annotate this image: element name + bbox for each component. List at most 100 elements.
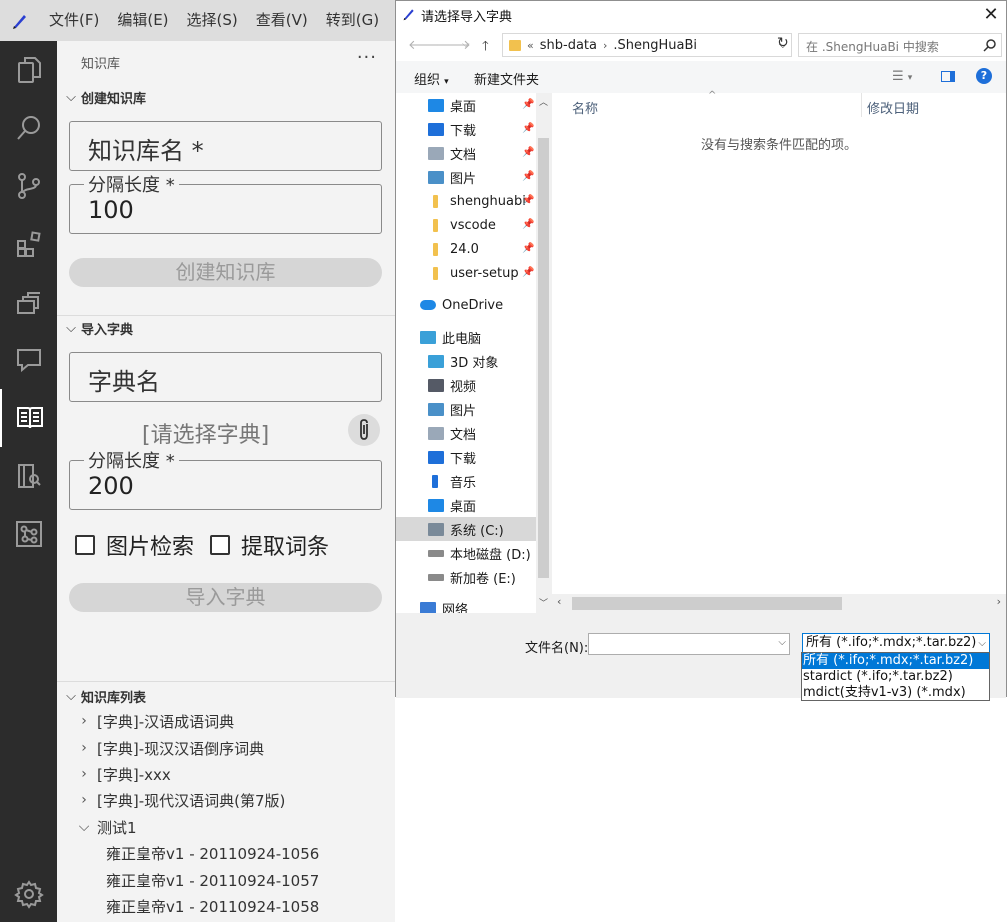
nav-pc-documents[interactable]: 文档 <box>428 421 536 445</box>
nav-item-label: 图片 <box>450 171 477 187</box>
view-options-icon[interactable]: ☰ ▾ <box>892 69 912 84</box>
extract-terms-checkbox[interactable]: 提取词条 <box>210 529 329 561</box>
section-create-kb[interactable]: ⌵ 创建知识库 <box>63 88 146 107</box>
menu-go[interactable]: 转到(G) <box>317 0 388 41</box>
nav-scrollbar[interactable]: ︿ ﹀ <box>536 93 551 613</box>
file-type-option[interactable]: 所有 (*.ifo;*.mdx;*.tar.bz2) <box>802 653 989 669</box>
scrollbar-thumb[interactable] <box>572 597 842 610</box>
help-icon[interactable]: ? <box>976 68 992 84</box>
kb-chunk-length-field[interactable]: 分隔长度 * 100 <box>69 177 382 234</box>
file-type-option[interactable]: mdict(支持v1-v3) (*.mdx) <box>802 685 989 701</box>
comments-icon[interactable] <box>0 331 57 389</box>
import-dict-button[interactable]: 导入字典 <box>69 583 382 612</box>
nav-pc-videos[interactable]: 视频 <box>428 373 536 397</box>
kb-child-item[interactable]: 雍正皇帝v1 - 20110924-1057 <box>106 868 319 892</box>
horizontal-scrollbar[interactable]: ‹ › <box>552 594 1006 613</box>
folder-icon <box>433 194 438 208</box>
kb-child-item[interactable]: 雍正皇帝v1 - 20110924-1056 <box>106 841 319 865</box>
close-icon[interactable]: ✕ <box>976 1 1006 29</box>
menu-file[interactable]: 文件(F) <box>40 0 108 41</box>
explorer-icon[interactable] <box>0 41 57 99</box>
filename-input[interactable]: ⌵ <box>588 633 790 655</box>
scroll-down-icon[interactable]: ﹀ <box>539 596 548 609</box>
dict-chunk-length-field[interactable]: 分隔长度 * 200 <box>69 453 382 510</box>
column-divider[interactable] <box>861 93 862 117</box>
scroll-left-icon[interactable]: ‹ <box>557 595 561 608</box>
nav-this-pc[interactable]: 此电脑 <box>420 325 536 349</box>
nav-quick-folder[interactable]: vscode <box>428 213 536 237</box>
file-type-select[interactable]: 所有 (*.ifo;*.mdx;*.tar.bz2) ⌵ <box>802 633 990 653</box>
new-folder-button[interactable]: 新建文件夹 <box>474 69 539 88</box>
nav-quick-documents[interactable]: 文档 <box>428 141 536 165</box>
address-bar[interactable]: « shb-data › .ShengHuaBi ⌵ <box>502 33 792 57</box>
nav-pc-pictures[interactable]: 图片 <box>428 397 536 421</box>
checkbox-box[interactable] <box>210 535 230 555</box>
more-actions-icon[interactable]: ··· <box>357 47 377 68</box>
dict-chunk-length-value: 200 <box>88 472 134 500</box>
chevron-down-icon[interactable]: ⌵ <box>778 637 786 648</box>
file-type-option[interactable]: stardict (*.ifo;*.tar.bz2) <box>802 669 989 685</box>
kb-name-field[interactable]: 知识库名 * <box>69 121 382 171</box>
remote-icon[interactable] <box>0 273 57 331</box>
dict-name-field[interactable]: 字典名 <box>69 352 382 402</box>
up-arrow-icon[interactable]: 🡑 <box>482 37 489 59</box>
recent-chevron-icon[interactable]: ⌵ <box>462 39 470 50</box>
attach-file-button[interactable] <box>348 414 380 446</box>
kb-chunk-length-value: 100 <box>88 196 134 224</box>
kb-list-item[interactable]: › [字典]-现代汉语词典(第7版) <box>75 788 285 812</box>
graph-icon[interactable] <box>0 505 57 563</box>
select-dict-link[interactable]: [请选择字典] <box>142 417 269 449</box>
section-import-dict[interactable]: ⌵ 导入字典 <box>63 319 133 338</box>
organize-button[interactable]: 组织 ▾ <box>414 69 449 88</box>
breadcrumb-segment[interactable]: .ShengHuaBi <box>613 38 697 53</box>
nav-quick-folder[interactable]: user-setup <box>428 261 536 285</box>
desktop-icon <box>428 98 444 112</box>
checkbox-box[interactable] <box>75 535 95 555</box>
kb-list-item[interactable]: › [字典]-汉语成语词典 <box>75 709 234 733</box>
section-kb-list-title: 知识库列表 <box>81 691 147 706</box>
menu-edit[interactable]: 编辑(E) <box>108 0 177 41</box>
image-search-checkbox[interactable]: 图片检索 <box>75 529 194 561</box>
nav-pc-3d-objects[interactable]: 3D 对象 <box>428 349 536 373</box>
column-header-name[interactable]: 名称 <box>572 98 598 117</box>
extensions-icon[interactable] <box>0 215 57 273</box>
scrollbar-thumb[interactable] <box>538 138 549 578</box>
nav-quick-folder[interactable]: 24.0 <box>428 237 536 261</box>
music-icon <box>432 474 438 488</box>
column-header-modified[interactable]: 修改日期 <box>867 98 919 117</box>
scroll-up-icon[interactable]: ︿ <box>539 95 548 108</box>
nav-quick-folder[interactable]: shenghuabi <box>428 189 536 213</box>
settings-gear-icon[interactable] <box>0 865 57 923</box>
scroll-right-icon[interactable]: › <box>997 595 1001 608</box>
nav-pc-music[interactable]: 音乐 <box>428 469 536 493</box>
chevron-down-icon: ⌵ <box>66 90 76 105</box>
nav-onedrive[interactable]: OneDrive <box>420 293 536 317</box>
kb-list-item[interactable]: › [字典]-xxx <box>75 762 171 786</box>
knowledge-book-icon[interactable] <box>0 389 57 447</box>
nav-pc-drive-d[interactable]: 本地磁盘 (D:) <box>428 541 536 565</box>
kb-list-item[interactable]: › [字典]-现汉汉语倒序词典 <box>75 736 264 760</box>
menu-selection[interactable]: 选择(S) <box>178 0 247 41</box>
refresh-icon[interactable]: ↻ <box>777 35 789 51</box>
nav-item-label: 文档 <box>450 147 477 163</box>
book-search-icon[interactable] <box>0 447 57 505</box>
menu-view[interactable]: 查看(V) <box>247 0 317 41</box>
create-kb-button[interactable]: 创建知识库 <box>69 258 382 287</box>
nav-quick-desktop[interactable]: 桌面 <box>428 93 536 117</box>
section-kb-list[interactable]: ⌵ 知识库列表 <box>63 687 146 706</box>
nav-quick-pictures[interactable]: 图片 <box>428 165 536 189</box>
breadcrumb-segment[interactable]: shb-data <box>540 38 597 53</box>
nav-pc-drive-e[interactable]: 新加卷 (E:) <box>428 565 536 589</box>
kb-list-item-expanded[interactable]: ⌵ 测试1 <box>75 815 137 839</box>
nav-pc-drive-c[interactable]: 系统 (C:) <box>396 517 536 541</box>
nav-quick-downloads[interactable]: 下载 <box>428 117 536 141</box>
preview-pane-icon[interactable] <box>941 71 955 82</box>
nav-pc-desktop[interactable]: 桌面 <box>428 493 536 517</box>
kb-child-item[interactable]: 雍正皇帝v1 - 20110924-1058 <box>106 894 319 918</box>
source-control-icon[interactable] <box>0 157 57 215</box>
search-icon[interactable] <box>0 99 57 157</box>
search-input[interactable]: 在 .ShengHuaBi 中搜索 <box>798 33 1002 57</box>
nav-network[interactable]: 网络 <box>420 596 536 613</box>
section-create-kb-title: 创建知识库 <box>81 92 147 107</box>
nav-pc-downloads[interactable]: 下载 <box>428 445 536 469</box>
